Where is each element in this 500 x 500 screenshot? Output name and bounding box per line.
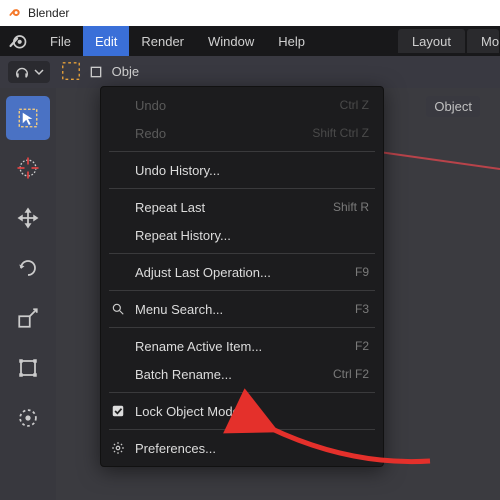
menu-file[interactable]: File bbox=[38, 26, 83, 56]
chevron-down-icon bbox=[34, 67, 44, 77]
annotation-arrow bbox=[260, 416, 440, 481]
blender-app-icon bbox=[8, 5, 22, 22]
menu-item-undo[interactable]: Undo Ctrl Z bbox=[101, 91, 383, 119]
header-toolbar: Obje bbox=[0, 56, 500, 88]
os-titlebar: Blender bbox=[0, 0, 500, 26]
tool-cursor[interactable] bbox=[6, 146, 50, 190]
gear-icon bbox=[111, 441, 125, 455]
menu-item-undo-history[interactable]: Undo History... bbox=[101, 156, 383, 184]
menu-render[interactable]: Render bbox=[129, 26, 196, 56]
snap-icon bbox=[14, 64, 30, 80]
tool-move[interactable] bbox=[6, 196, 50, 240]
axis-line bbox=[381, 151, 500, 170]
menu-window[interactable]: Window bbox=[196, 26, 266, 56]
tool-annotate[interactable] bbox=[6, 396, 50, 440]
menu-separator bbox=[109, 327, 375, 328]
blender-logo-icon[interactable] bbox=[0, 31, 38, 51]
mode-selector[interactable]: Obje bbox=[88, 64, 139, 81]
menu-item-adjust-last[interactable]: Adjust Last Operation... F9 bbox=[101, 258, 383, 286]
search-icon bbox=[111, 302, 125, 316]
menu-separator bbox=[109, 188, 375, 189]
menu-item-menu-search[interactable]: Menu Search... F3 bbox=[101, 295, 383, 323]
workspace-tab-modeling[interactable]: Mo bbox=[467, 29, 499, 53]
menu-item-repeat-history[interactable]: Repeat History... bbox=[101, 221, 383, 249]
checkbox-checked-icon bbox=[111, 404, 125, 418]
tool-transform[interactable] bbox=[6, 346, 50, 390]
menu-separator bbox=[109, 253, 375, 254]
edit-menu-dropdown: Undo Ctrl Z Redo Shift Ctrl Z Undo Histo… bbox=[100, 86, 384, 467]
menu-separator bbox=[109, 392, 375, 393]
tool-scale[interactable] bbox=[6, 296, 50, 340]
menu-item-redo[interactable]: Redo Shift Ctrl Z bbox=[101, 119, 383, 147]
tool-select-box[interactable] bbox=[6, 96, 50, 140]
mode-label: Obje bbox=[112, 64, 139, 79]
toolbar-left bbox=[0, 88, 56, 500]
object-mode-icon bbox=[88, 64, 104, 80]
menu-separator bbox=[109, 290, 375, 291]
app-title: Blender bbox=[28, 6, 69, 20]
menu-edit[interactable]: Edit bbox=[83, 26, 129, 56]
menu-item-repeat-last[interactable]: Repeat Last Shift R bbox=[101, 193, 383, 221]
workspace-tab-layout[interactable]: Layout bbox=[398, 29, 465, 53]
tool-rotate[interactable] bbox=[6, 246, 50, 290]
menu-separator bbox=[109, 151, 375, 152]
cursor-tool-indicator[interactable] bbox=[60, 60, 82, 85]
top-menubar: File Edit Render Window Help Layout Mo bbox=[0, 26, 500, 56]
menu-item-batch-rename[interactable]: Batch Rename... Ctrl F2 bbox=[101, 360, 383, 388]
object-label: Object bbox=[426, 96, 480, 117]
menu-item-rename-active[interactable]: Rename Active Item... F2 bbox=[101, 332, 383, 360]
snap-pulldown[interactable] bbox=[8, 61, 50, 83]
menu-help[interactable]: Help bbox=[266, 26, 317, 56]
